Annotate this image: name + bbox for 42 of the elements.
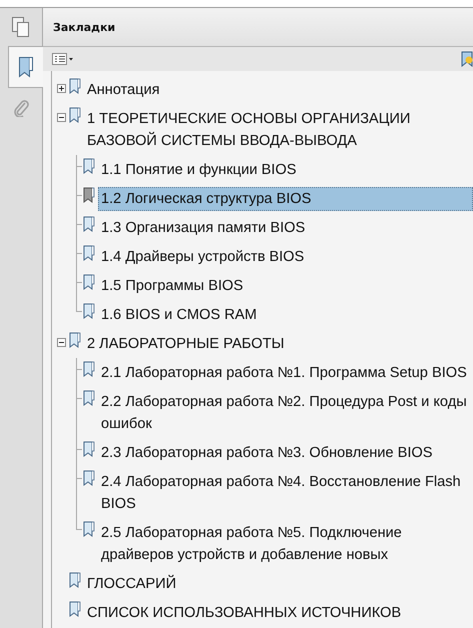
bookmark-item[interactable]: 1.2 Логическая структура BIOS xyxy=(98,186,473,210)
bookmark-icon xyxy=(82,216,95,232)
panel-title: Закладки xyxy=(53,20,116,34)
bookmark-icon xyxy=(68,600,81,618)
bookmark-icon xyxy=(82,186,95,204)
bookmark-item[interactable]: 2.1 Лабораторная работа №1. Программа Setup BIOS xyxy=(98,360,473,384)
bookmark-icon xyxy=(82,390,95,406)
bookmark-icon xyxy=(68,78,81,94)
bookmark-icon xyxy=(82,360,95,378)
bookmark-icon xyxy=(82,440,95,458)
bookmark-item[interactable]: Аннотация xyxy=(84,78,473,102)
bookmark-item[interactable]: 2.2 Лабораторная работа №2. Процедура Post и коды ошибок xyxy=(98,390,473,436)
list-options-icon xyxy=(52,53,74,65)
bookmark-icon[interactable] xyxy=(18,56,34,78)
bookmark-item[interactable]: 1.1 Понятие и функции BIOS xyxy=(98,158,473,182)
bookmark-item[interactable]: 2 ЛАБОРАТОРНЫЕ РАБОТЫ xyxy=(84,332,473,356)
bookmark-star-icon[interactable] xyxy=(461,51,473,67)
paperclip-icon[interactable] xyxy=(13,99,29,117)
bookmark-icon xyxy=(82,302,95,320)
bookmark-item[interactable]: 1.5 Программы BIOS xyxy=(98,274,473,298)
bookmark-icon xyxy=(68,572,81,588)
options-button[interactable] xyxy=(52,53,74,65)
bookmark-item[interactable]: 1.3 Организация памяти BIOS xyxy=(98,216,473,240)
bookmark-item[interactable]: 1 ТЕОРЕТИЧЕСКИЕ ОСНОВЫ ОРГАНИЗАЦИИ БАЗОВОЙ СИСТЕМЫ ВВОДА-ВЫВОДА xyxy=(84,106,473,152)
bookmark-item[interactable]: 1.4 Драйверы устройств BIOS xyxy=(98,244,473,268)
bookmark-icon xyxy=(82,274,95,290)
bookmark-icon xyxy=(68,332,81,348)
bookmark-icon xyxy=(82,158,95,174)
bookmark-item[interactable]: 2.3 Лабораторная работа №3. Обновление BIOS xyxy=(98,440,473,464)
pages-icon[interactable] xyxy=(11,16,31,38)
bookmark-item[interactable]: 2.5 Лабораторная работа №5. Подключение драйверов устройств и добавление новых xyxy=(98,520,473,566)
bookmark-icon xyxy=(68,106,81,124)
bookmark-item[interactable]: СПИСОК ИСПОЛЬЗОВАННЫХ ИСТОЧНИКОВ xyxy=(84,600,473,624)
bookmark-icon xyxy=(82,470,95,486)
bookmark-icon xyxy=(82,244,95,262)
bookmark-item[interactable]: ГЛОССАРИЙ xyxy=(84,572,473,596)
collapse-toggle-icon[interactable] xyxy=(57,112,66,122)
bookmark-icon xyxy=(82,520,95,538)
bookmark-item[interactable]: 1.6 BIOS и CMOS RAM xyxy=(98,302,473,326)
collapse-toggle-icon[interactable] xyxy=(57,338,66,346)
expand-toggle-icon[interactable] xyxy=(57,84,66,92)
bookmark-item[interactable]: 2.4 Лабораторная работа №4. Восстановление Flash BIOS xyxy=(98,470,473,516)
